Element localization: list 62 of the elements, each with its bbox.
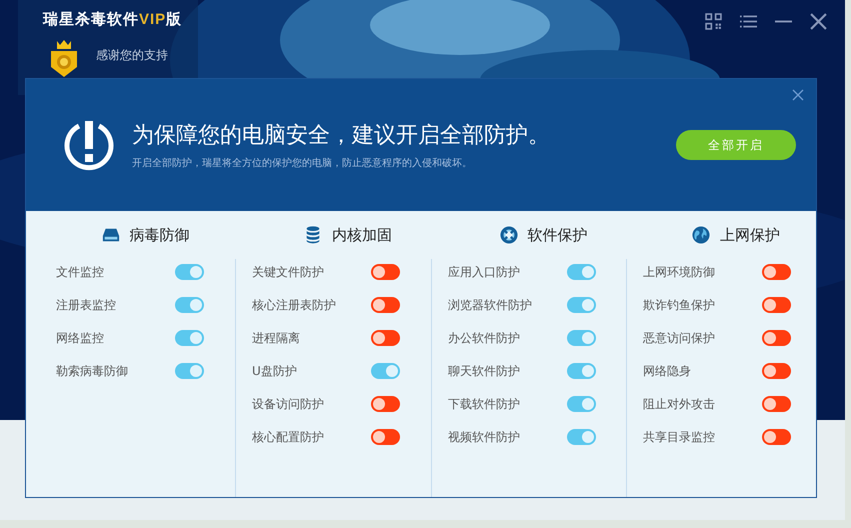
section-title: 内核加固 — [332, 226, 392, 244]
section-title: 软件保护 — [528, 226, 588, 244]
toggle-switch[interactable] — [371, 396, 400, 412]
toggle-switch[interactable] — [762, 429, 791, 445]
toggle-switch[interactable] — [371, 297, 400, 313]
qr-code-icon[interactable] — [705, 13, 722, 30]
setting-label: 共享目录监控 — [643, 428, 715, 446]
setting-label: 视频软件防护 — [448, 428, 520, 446]
lifebuoy-icon — [500, 226, 518, 244]
setting-label: 关键文件防护 — [252, 264, 324, 280]
database-icon — [304, 226, 322, 244]
drive-icon — [102, 226, 120, 244]
setting-label: 注册表监控 — [56, 296, 116, 314]
toggle-switch[interactable] — [567, 363, 596, 379]
menu-icon[interactable] — [740, 13, 757, 30]
toggle-switch[interactable] — [175, 363, 204, 379]
app-title: 瑞星杀毒软件VIP版 — [43, 10, 182, 29]
setting-label: 下载软件防护 — [448, 396, 520, 412]
toggle-switch[interactable] — [762, 363, 791, 379]
globe-icon — [692, 226, 710, 244]
enable-all-button[interactable]: 全部开启 — [676, 130, 796, 160]
setting-label: 阻止对外攻击 — [643, 396, 715, 412]
setting-label: 聊天软件防护 — [448, 362, 520, 380]
thanks-text: 感谢您的支持 — [96, 47, 168, 64]
toggle-switch[interactable] — [762, 297, 791, 313]
setting-label: 勒索病毒防御 — [56, 362, 128, 380]
toggle-switch[interactable] — [567, 330, 596, 346]
description: 开启全部防护，瑞星将全方位的保护您的电脑，防止恶意程序的入侵和破坏。 — [132, 156, 473, 170]
toggle-switch[interactable] — [567, 396, 596, 412]
toggle-switch[interactable] — [371, 330, 400, 346]
setting-label: 浏览器软件防护 — [448, 296, 532, 314]
setting-label: 文件监控 — [56, 264, 104, 280]
toggle-switch[interactable] — [762, 396, 791, 412]
setting-label: 网络监控 — [56, 330, 104, 346]
toggle-switch[interactable] — [567, 297, 596, 313]
toggle-switch[interactable] — [175, 330, 204, 346]
toggle-switch[interactable] — [567, 429, 596, 445]
section-title: 病毒防御 — [130, 226, 190, 244]
setting-label: 应用入口防护 — [448, 264, 520, 280]
setting-label: 上网环境防御 — [643, 264, 715, 280]
toggle-switch[interactable] — [371, 429, 400, 445]
headline: 为保障您的电脑安全，建议开启全部防护。 — [132, 122, 551, 150]
setting-label: 核心注册表防护 — [252, 296, 336, 314]
section-title: 上网保护 — [720, 226, 780, 244]
setting-label: 办公软件防护 — [448, 330, 520, 346]
setting-label: U盘防护 — [252, 362, 297, 380]
setting-label: 欺诈钓鱼保护 — [643, 296, 715, 314]
close-icon[interactable] — [810, 13, 827, 30]
exclamation-icon — [62, 118, 116, 172]
toggle-switch[interactable] — [175, 264, 204, 280]
toggle-switch[interactable] — [175, 297, 204, 313]
toggle-switch[interactable] — [762, 264, 791, 280]
toggle-switch[interactable] — [567, 264, 596, 280]
setting-label: 恶意访问保护 — [643, 330, 715, 346]
toggle-switch[interactable] — [371, 363, 400, 379]
setting-label: 进程隔离 — [252, 330, 300, 346]
setting-label: 设备访问防护 — [252, 396, 324, 412]
setting-label: 核心配置防护 — [252, 428, 324, 446]
toggle-switch[interactable] — [762, 330, 791, 346]
toggle-switch[interactable] — [371, 264, 400, 280]
close-icon[interactable] — [792, 89, 804, 101]
setting-label: 网络隐身 — [643, 362, 691, 380]
